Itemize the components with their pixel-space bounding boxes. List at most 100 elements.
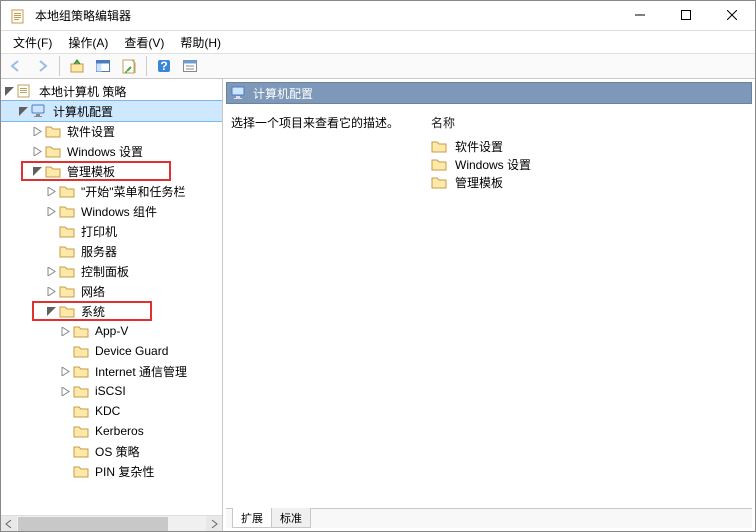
tree-item-label: 服务器 [79,243,119,260]
folder-icon [59,264,75,278]
folder-icon [73,424,89,438]
tree-item-label: Kerberos [93,424,146,438]
tree-servers[interactable]: 服务器 [1,241,222,261]
expand-icon[interactable] [45,265,57,277]
expand-icon[interactable] [31,145,43,157]
tree-os-policy[interactable]: OS 策略 [1,441,222,461]
expand-icon[interactable] [59,385,71,397]
collapse-icon[interactable] [17,105,29,117]
tree-system[interactable]: 系统 [1,301,222,321]
expand-icon[interactable] [45,285,57,297]
tree-item-label: Internet 通信管理 [93,363,189,380]
nav-back-button[interactable] [5,55,27,77]
policy-root-icon [17,84,33,98]
minimize-button[interactable] [617,1,663,29]
tree-admin-templates[interactable]: 管理模板 [1,161,222,181]
collapse-icon[interactable] [45,305,57,317]
folder-icon [59,244,75,258]
menu-view[interactable]: 查看(V) [116,32,172,53]
content-tabstrip: 扩展 标准 [226,508,752,528]
toolbar-show-hide-tree-button[interactable] [92,55,114,77]
body-split: 本地计算机 策略 计算机配置 [1,79,755,531]
tree-app-v[interactable]: App-V [1,321,222,341]
tree-computer-config[interactable]: 计算机配置 [1,101,222,121]
toolbar-up-button[interactable] [66,55,88,77]
list-item-label: Windows 设置 [455,156,531,173]
content-header-title: 计算机配置 [253,85,313,102]
nav-forward-button[interactable] [31,55,53,77]
expand-icon[interactable] [45,205,57,217]
collapse-icon[interactable] [31,165,43,177]
tree-item-label: Windows 设置 [65,143,145,160]
collapse-icon[interactable] [3,85,15,97]
toolbar-properties-button[interactable] [118,55,140,77]
expand-icon[interactable] [59,325,71,337]
toolbar-filter-button[interactable] [179,55,201,77]
toolbar-separator [146,56,147,76]
folder-icon [73,464,89,478]
folder-icon [431,175,447,189]
tree-software-settings[interactable]: 软件设置 [1,121,222,141]
tree-root-label: 本地计算机 策略 [37,83,128,100]
tree-device-guard[interactable]: Device Guard [1,341,222,361]
tree-control-panel[interactable]: 控制面板 [1,261,222,281]
list-item-label: 软件设置 [455,138,503,155]
folder-icon [73,444,89,458]
tree-item-label: KDC [93,404,122,418]
computer-icon [231,86,247,100]
content-body: 选择一个项目来查看它的描述。 名称 软件设置 Windows 设置 管理模板 [223,104,755,508]
toolbar-separator [59,56,60,76]
list-column: 名称 软件设置 Windows 设置 管理模板 [431,114,747,504]
tree-item-label: App-V [93,324,130,338]
folder-icon [45,144,61,158]
list-item[interactable]: 软件设置 [431,137,747,155]
tree-kerberos[interactable]: Kerberos [1,421,222,441]
close-button[interactable] [709,1,755,29]
content-pane: 计算机配置 选择一个项目来查看它的描述。 名称 软件设置 Windows 设置 … [223,79,755,531]
tree-start-taskbar[interactable]: "开始"菜单和任务栏 [1,181,222,201]
tab-extended[interactable]: 扩展 [232,508,272,528]
expand-icon[interactable] [59,365,71,377]
tree-iscsi[interactable]: iSCSI [1,381,222,401]
tree-kdc[interactable]: KDC [1,401,222,421]
tree-printers[interactable]: 打印机 [1,221,222,241]
menu-action[interactable]: 操作(A) [60,32,116,53]
column-header-name[interactable]: 名称 [431,114,747,131]
folder-icon [73,404,89,418]
tree-network[interactable]: 网络 [1,281,222,301]
description-column: 选择一个项目来查看它的描述。 [231,114,431,504]
menu-help[interactable]: 帮助(H) [172,32,229,53]
tree-pane[interactable]: 本地计算机 策略 计算机配置 [1,79,223,531]
expand-icon[interactable] [31,125,43,137]
scroll-left-arrow[interactable] [1,516,17,532]
folder-icon [59,184,75,198]
tree-windows-settings[interactable]: Windows 设置 [1,141,222,161]
tree-pin-complexity[interactable]: PIN 复杂性 [1,461,222,481]
tree-item-label: OS 策略 [93,443,142,460]
expand-icon[interactable] [45,185,57,197]
folder-icon [45,124,61,138]
tree-item-label: Windows 组件 [79,203,159,220]
tree-item-label: 打印机 [79,223,119,240]
tree-internet-comm[interactable]: Internet 通信管理 [1,361,222,381]
svg-text:?: ? [160,59,167,73]
tree-root[interactable]: 本地计算机 策略 [1,81,222,101]
maximize-button[interactable] [663,1,709,29]
folder-icon [431,139,447,153]
menu-file[interactable]: 文件(F) [5,32,60,53]
list-item[interactable]: Windows 设置 [431,155,747,173]
scroll-right-arrow[interactable] [206,516,222,532]
tab-standard[interactable]: 标准 [271,508,311,528]
scroll-thumb[interactable] [18,517,168,531]
toolbar-help-button[interactable]: ? [153,55,175,77]
folder-icon [73,344,89,358]
folder-icon [73,324,89,338]
policy-tree[interactable]: 本地计算机 策略 计算机配置 [1,81,222,499]
content-header: 计算机配置 [226,82,752,104]
tree-item-label: "开始"菜单和任务栏 [79,183,188,200]
folder-icon [59,304,75,318]
tree-item-label: Device Guard [93,344,170,358]
tree-windows-components[interactable]: Windows 组件 [1,201,222,221]
list-item[interactable]: 管理模板 [431,173,747,191]
tree-horizontal-scrollbar[interactable] [1,515,222,531]
